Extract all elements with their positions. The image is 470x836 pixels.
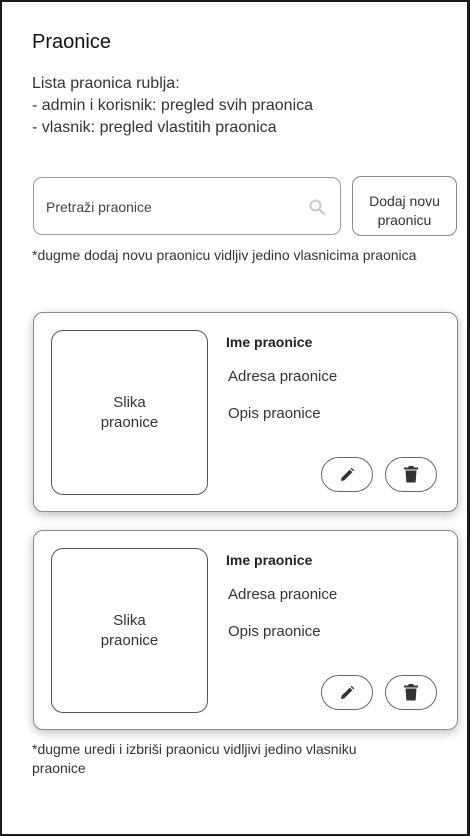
laundry-image-placeholder: Slika praonice — [51, 548, 208, 713]
laundry-address: Adresa praonice — [228, 586, 338, 603]
add-button-label-line: Dodaj novu — [369, 192, 440, 209]
add-button-note: *dugme dodaj novu praonicu vidljiv jedin… — [32, 247, 417, 263]
trash-icon — [404, 466, 418, 483]
laundry-description: Opis praonice — [228, 623, 321, 640]
page-title: Praonice — [32, 31, 111, 53]
description-line: - vlasnik: pregled vlastitih praonica — [32, 119, 277, 136]
description-line: Lista praonica rublja: — [32, 75, 180, 92]
image-label-line: Slika — [113, 393, 146, 411]
laundry-card: Slika praonice Ime praonice Adresa praon… — [33, 312, 458, 512]
add-laundry-button[interactable]: Dodaj novu praonicu — [352, 176, 457, 236]
search-input[interactable] — [46, 196, 296, 218]
edit-button[interactable] — [321, 457, 373, 492]
page-description: Lista praonica rublja: - admin i korisni… — [32, 73, 313, 139]
search-icon[interactable] — [308, 198, 326, 216]
image-label-line: Slika — [113, 611, 146, 629]
laundry-image-placeholder: Slika praonice — [51, 330, 208, 495]
laundry-name: Ime praonice — [226, 334, 313, 350]
laundry-name: Ime praonice — [226, 552, 313, 568]
pencil-icon — [341, 467, 355, 481]
laundry-address: Adresa praonice — [228, 368, 338, 385]
laundry-description: Opis praonice — [228, 405, 321, 422]
edit-button[interactable] — [321, 675, 373, 710]
delete-button[interactable] — [385, 675, 437, 710]
image-label-line: praonice — [100, 413, 159, 431]
edit-delete-note: *dugme uredi i izbriši praonicu vidljivi… — [32, 741, 357, 776]
description-line: - admin i korisnik: pregled svih praonic… — [32, 97, 314, 114]
pencil-icon — [341, 685, 355, 699]
laundry-card: Slika praonice Ime praonice Adresa praon… — [33, 530, 458, 730]
add-button-label-line: praonicu — [377, 211, 432, 228]
image-label-line: praonice — [100, 631, 159, 649]
delete-button[interactable] — [385, 457, 437, 492]
search-box[interactable] — [33, 177, 341, 235]
trash-icon — [404, 684, 418, 701]
